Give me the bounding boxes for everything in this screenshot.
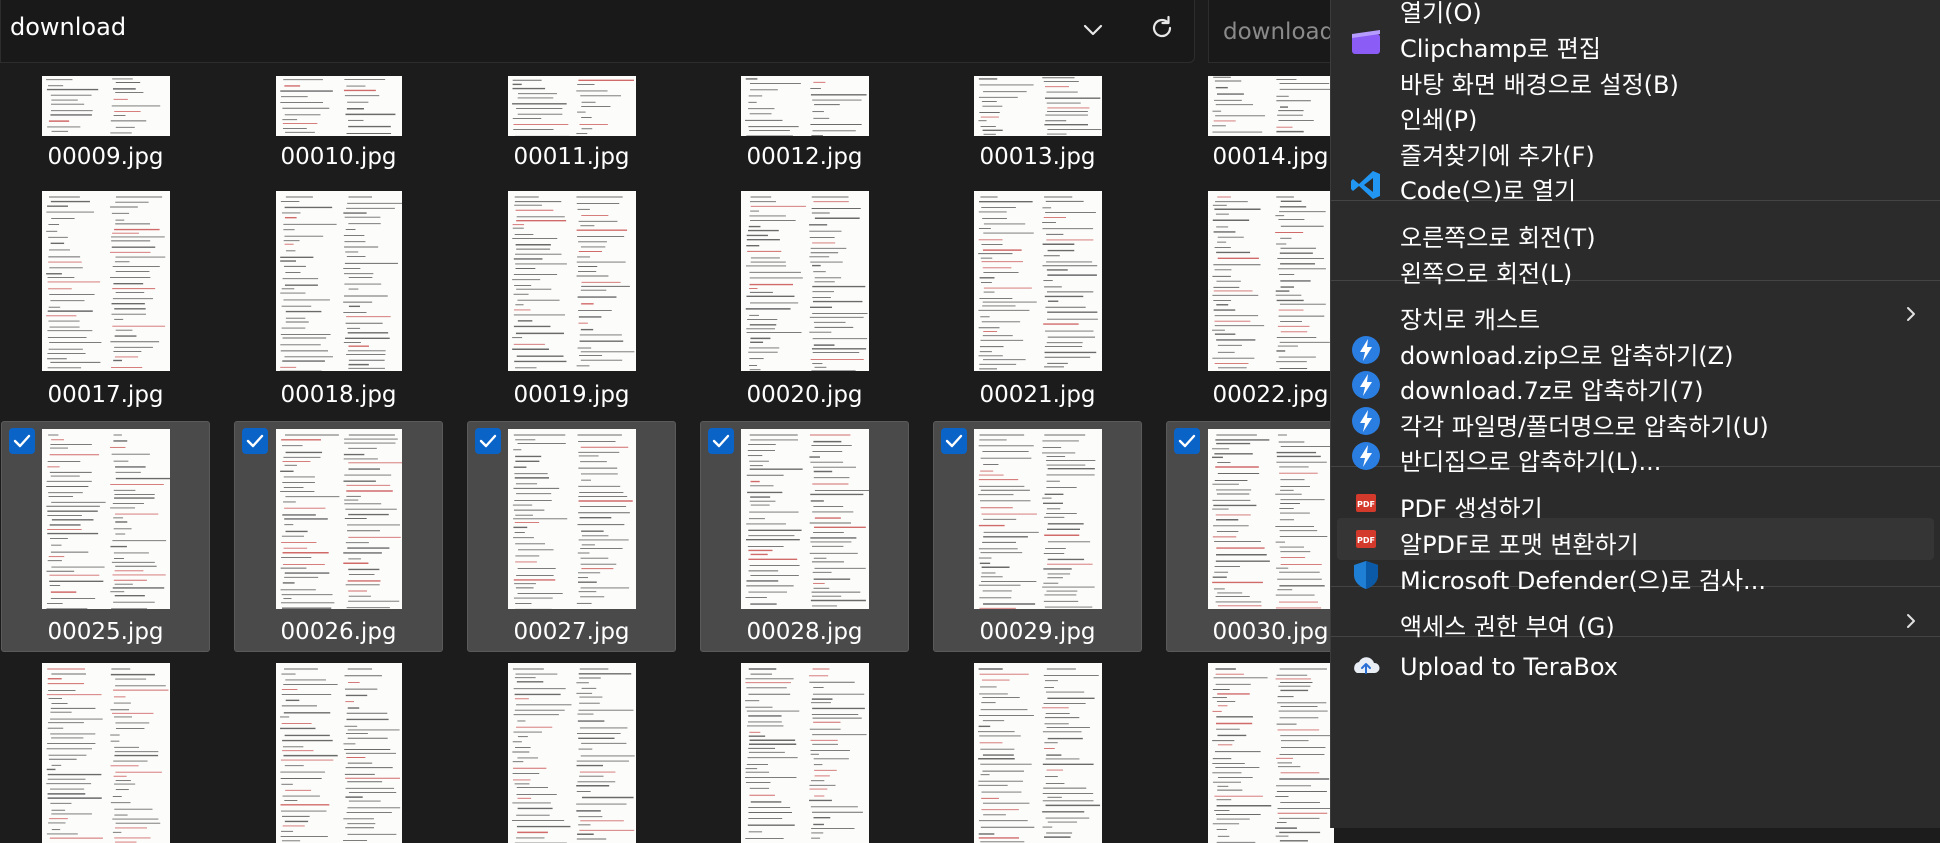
file-name: 00018.jpg: [280, 382, 397, 408]
file-name: 00027.jpg: [513, 619, 630, 645]
clipchamp-icon: [1349, 27, 1383, 59]
checkbox-checked-icon[interactable]: [242, 428, 268, 454]
file-name: 00012.jpg: [746, 144, 863, 170]
file-thumbnail: [740, 429, 869, 609]
bandizip-icon: [1349, 405, 1383, 437]
file-name: 00020.jpg: [746, 382, 863, 408]
pdf-icon: PDF: [1349, 523, 1383, 555]
checkbox-checked-icon[interactable]: [9, 428, 35, 454]
chevron-right-icon: [1904, 612, 1918, 630]
terabox-icon: [1349, 651, 1383, 683]
file-item[interactable]: 00017.jpg: [1, 174, 210, 412]
checkbox-checked-icon[interactable]: [1174, 428, 1200, 454]
file-item[interactable]: 00025.jpg: [1, 421, 210, 652]
file-thumbnail: [41, 191, 170, 371]
defender-shield-icon: [1349, 559, 1383, 591]
menu-item[interactable]: 반디집으로 압축하기(L)...: [1337, 435, 1934, 477]
file-name: 00025.jpg: [47, 619, 164, 645]
bandizip-icon: [1349, 334, 1383, 366]
file-item[interactable]: 00010.jpg: [234, 60, 443, 170]
file-thumbnail: [507, 191, 636, 371]
file-name: 00017.jpg: [47, 382, 164, 408]
vscode-icon: [1349, 169, 1383, 201]
file-thumbnail: [275, 429, 402, 609]
menu-item-label: Code(으)로 열기: [1400, 177, 1577, 205]
file-item[interactable]: 00020.jpg: [700, 174, 909, 412]
file-item[interactable]: 00012.jpg: [700, 60, 909, 170]
file-thumbnail: [41, 429, 170, 609]
file-item[interactable]: 00018.jpg: [234, 174, 443, 412]
file-thumbnail: [973, 76, 1102, 136]
file-thumbnail: [275, 191, 402, 371]
file-item[interactable]: 00011.jpg: [467, 60, 676, 170]
file-thumbnail: [1207, 429, 1334, 609]
file-thumbnail: [275, 663, 402, 843]
file-thumbnail: [507, 663, 636, 843]
checkbox-checked-icon[interactable]: [941, 428, 967, 454]
menu-item-label: 왼쪽으로 회전(L): [1400, 260, 1573, 288]
file-item[interactable]: 00013.jpg: [933, 60, 1142, 170]
file-grid: 00009.jpg 00010.jpg 00011.jpg 00012.jpg 0001…: [0, 0, 1375, 843]
menu-item-label: Upload to TeraBox: [1400, 653, 1618, 681]
file-thumbnail: [973, 191, 1102, 371]
file-item[interactable]: 00026.jpg: [234, 421, 443, 652]
file-item[interactable]: 00028.jpg: [700, 421, 909, 652]
file-thumbnail: [41, 663, 170, 843]
menu-item-label: 액세스 권한 부여 (G): [1400, 613, 1615, 641]
file-item[interactable]: 00027.jpg: [467, 421, 676, 652]
svg-text:PDF: PDF: [1357, 500, 1375, 509]
menu-item[interactable]: 액세스 권한 부여 (G): [1337, 600, 1934, 642]
menu-item[interactable]: Upload to TeraBox: [1337, 646, 1934, 688]
checkbox-checked-icon[interactable]: [708, 428, 734, 454]
file-thumbnail: [973, 663, 1102, 843]
file-item[interactable]: 00029.jpg: [933, 421, 1142, 652]
file-item[interactable]: 00009.jpg: [1, 60, 210, 170]
menu-item[interactable]: Microsoft Defender(으)로 검사...: [1337, 554, 1934, 596]
context-menu: 열기(O) Clipchamp로 편집 바탕 화면 배경으로 설정(B) 인쇄(P) 즐…: [1330, 0, 1940, 828]
file-thumbnail: [507, 429, 636, 609]
file-item[interactable]: 00019.jpg: [467, 174, 676, 412]
file-thumbnail: [1207, 191, 1334, 371]
file-thumbnail: [507, 76, 636, 136]
file-name: 00011.jpg: [513, 144, 630, 170]
file-thumbnail: [740, 663, 869, 843]
file-thumbnail: [740, 191, 869, 371]
menu-item[interactable]: Code(으)로 열기: [1337, 164, 1934, 206]
file-thumbnail: [973, 429, 1102, 609]
menu-item[interactable]: 왼쪽으로 회전(L): [1337, 247, 1934, 289]
file-thumbnail: [275, 76, 402, 136]
file-item[interactable]: [467, 657, 676, 843]
file-name: 00010.jpg: [280, 144, 397, 170]
pdf-icon: PDF: [1349, 487, 1383, 519]
menu-item-label: 반디집으로 압축하기(L)...: [1400, 448, 1662, 476]
file-thumbnail: [1207, 76, 1334, 136]
file-thumbnail: [1207, 663, 1334, 843]
bandizip-icon: [1349, 440, 1383, 472]
file-name: 00013.jpg: [979, 144, 1096, 170]
file-name: 00026.jpg: [280, 619, 397, 645]
svg-text:PDF: PDF: [1357, 536, 1375, 545]
file-name: 00019.jpg: [513, 382, 630, 408]
file-item[interactable]: [700, 657, 909, 843]
file-item[interactable]: [234, 657, 443, 843]
file-name: 00009.jpg: [47, 144, 164, 170]
bandizip-icon: [1349, 369, 1383, 401]
file-thumbnail: [740, 76, 869, 136]
file-name: 00028.jpg: [746, 619, 863, 645]
file-name: 00021.jpg: [979, 382, 1096, 408]
file-item[interactable]: [933, 657, 1142, 843]
menu-item-label: Microsoft Defender(으)로 검사...: [1400, 567, 1766, 595]
file-name: 00029.jpg: [979, 619, 1096, 645]
checkbox-checked-icon[interactable]: [475, 428, 501, 454]
file-item[interactable]: [1, 657, 210, 843]
file-thumbnail: [41, 76, 170, 136]
file-item[interactable]: 00021.jpg: [933, 174, 1142, 412]
chevron-right-icon: [1904, 305, 1918, 323]
